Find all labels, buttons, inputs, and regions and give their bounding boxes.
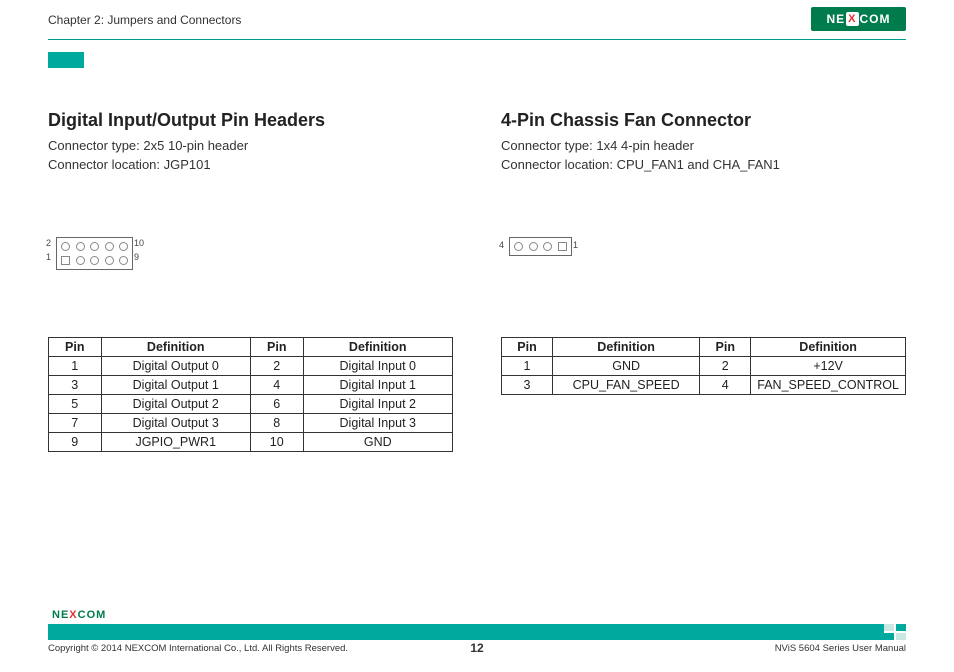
table-row: 5Digital Output 26Digital Input 2 (49, 394, 453, 413)
footer-row: Copyright © 2014 NEXCOM International Co… (48, 640, 906, 654)
footer-bar: NEXCOM (48, 624, 906, 640)
th-pin: Pin (502, 337, 553, 356)
logo-post: COM (860, 12, 891, 26)
content: Digital Input/Output Pin Headers Connect… (0, 40, 954, 452)
pin-label-2: 2 (46, 238, 51, 248)
th-pin2: Pin (250, 337, 303, 356)
connector-type-dio: Connector type: 2x5 10-pin header (48, 137, 453, 156)
manual-title: NViS 5604 Series User Manual (775, 643, 906, 654)
table-row: 1Digital Output 02Digital Input 0 (49, 356, 453, 375)
logo-pre: NE (826, 12, 845, 26)
section-title-dio: Digital Input/Output Pin Headers (48, 110, 453, 131)
left-column: Digital Input/Output Pin Headers Connect… (48, 110, 453, 452)
page-header: Chapter 2: Jumpers and Connectors NEXCOM (48, 0, 906, 40)
dio-diagram: 2 1 10 9 (48, 213, 453, 333)
connector-location-dio: Connector location: JGP101 (48, 156, 453, 175)
footer-corner-squares (884, 624, 906, 640)
table-row: 7Digital Output 38Digital Input 3 (49, 413, 453, 432)
th-pin2: Pin (700, 337, 751, 356)
nexcom-logo: NEXCOM (811, 7, 906, 31)
logo-x: X (846, 12, 858, 26)
th-pin: Pin (49, 337, 102, 356)
pin-label-1: 1 (46, 252, 51, 262)
section-title-fan: 4-Pin Chassis Fan Connector (501, 110, 906, 131)
table-row: 9JGPIO_PWR110GND (49, 432, 453, 451)
connector-location-fan: Connector location: CPU_FAN1 and CHA_FAN… (501, 156, 906, 175)
chapter-title: Chapter 2: Jumpers and Connectors (48, 0, 906, 27)
table-row: 3CPU_FAN_SPEED4FAN_SPEED_CONTROL (502, 375, 906, 394)
th-def2: Definition (303, 337, 453, 356)
pin-label-10: 10 (134, 238, 144, 248)
th-def: Definition (553, 337, 700, 356)
th-def2: Definition (751, 337, 906, 356)
th-def: Definition (101, 337, 250, 356)
connector-type-fan: Connector type: 1x4 4-pin header (501, 137, 906, 156)
fan-pin-table: Pin Definition Pin Definition 1GND2+12V … (501, 337, 906, 395)
footer-nexcom-logo: NEXCOM (52, 607, 118, 623)
teal-tab (48, 52, 84, 68)
table-header-row: Pin Definition Pin Definition (49, 337, 453, 356)
table-header-row: Pin Definition Pin Definition (502, 337, 906, 356)
copyright-text: Copyright © 2014 NEXCOM International Co… (48, 643, 348, 654)
dio-tbody: 1Digital Output 02Digital Input 0 3Digit… (49, 356, 453, 451)
table-row: 3Digital Output 14Digital Input 1 (49, 375, 453, 394)
pin-label-9: 9 (134, 252, 139, 262)
page-number: 12 (470, 641, 483, 655)
table-row: 1GND2+12V (502, 356, 906, 375)
pin-label-4: 4 (499, 240, 504, 250)
dio-pin-table: Pin Definition Pin Definition 1Digital O… (48, 337, 453, 452)
fan-diagram: 4 1 (501, 213, 906, 333)
right-column: 4-Pin Chassis Fan Connector Connector ty… (501, 110, 906, 452)
page-footer: NEXCOM Copyright © 2014 NEXCOM Internati… (48, 624, 906, 654)
fan-tbody: 1GND2+12V 3CPU_FAN_SPEED4FAN_SPEED_CONTR… (502, 356, 906, 394)
header-box-4pin (509, 237, 572, 256)
pin-label-1r: 1 (573, 240, 578, 250)
header-box-10pin (56, 237, 133, 271)
